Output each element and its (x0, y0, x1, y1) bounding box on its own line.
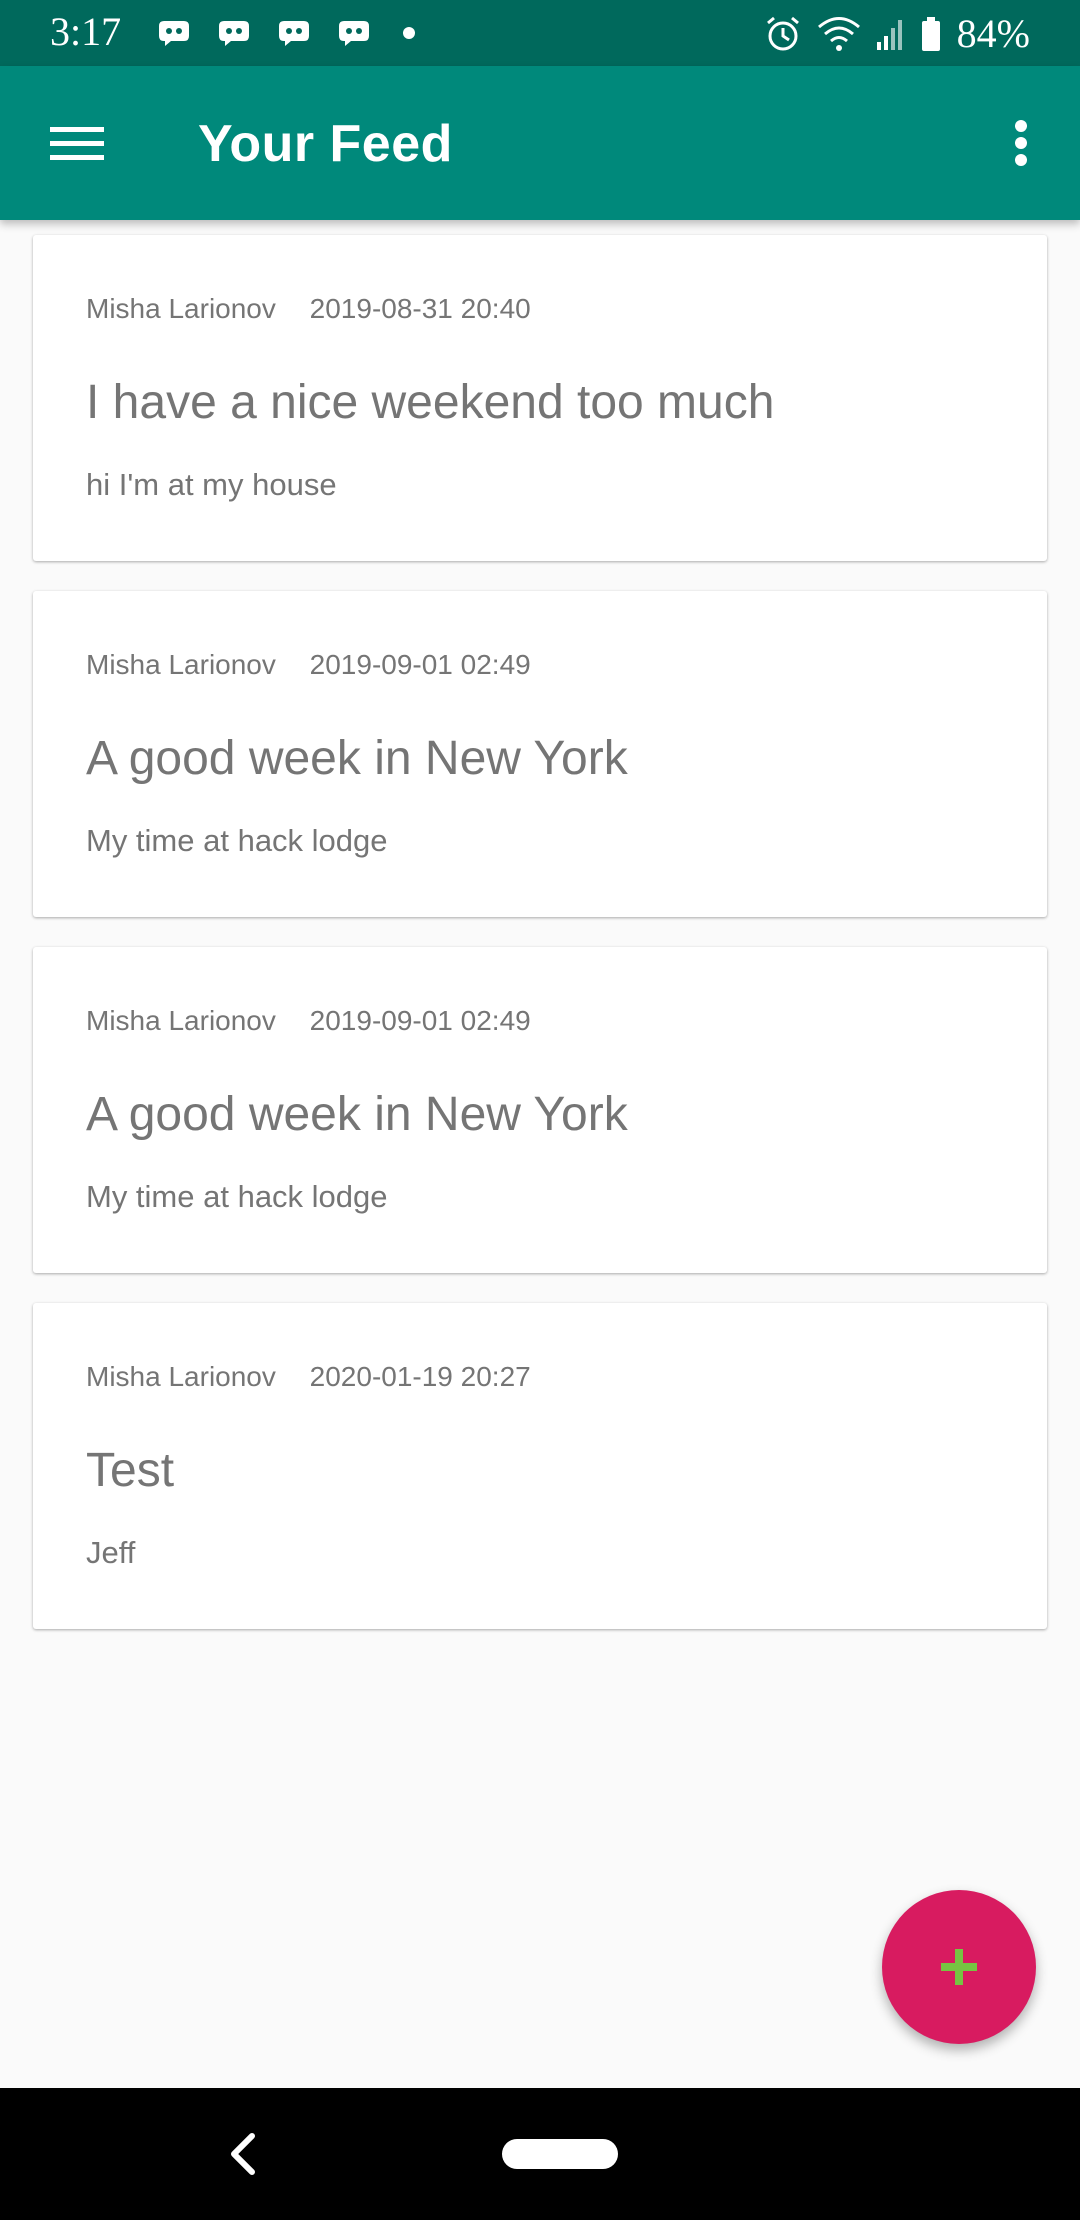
post-title: I have a nice weekend too much (86, 376, 775, 429)
system-nav-bar (0, 2088, 1080, 2220)
post-card[interactable]: Misha Larionov 2019-08-31 20:40 I have a… (33, 235, 1047, 561)
post-body: hi I'm at my house (86, 467, 337, 502)
post-author: Misha Larionov (86, 1361, 276, 1392)
post-meta: Misha Larionov 2019-09-01 02:49 (86, 649, 531, 681)
home-pill-icon[interactable] (502, 2139, 618, 2169)
post-meta: Misha Larionov 2020-01-19 20:27 (86, 1361, 531, 1393)
page-title: Your Feed (198, 115, 453, 173)
alarm-icon (766, 16, 799, 50)
more-vert-icon (1015, 120, 1027, 166)
wifi-icon (817, 16, 860, 51)
post-date: 2019-09-01 02:49 (309, 649, 531, 680)
post-meta: Misha Larionov 2019-08-31 20:40 (86, 293, 531, 325)
battery-percent: 84% (956, 11, 1030, 56)
dot-icon (403, 27, 415, 39)
post-body: My time at hack lodge (86, 1179, 388, 1214)
discord-icon (339, 21, 369, 46)
post-card[interactable]: Misha Larionov 2019-09-01 02:49 A good w… (33, 947, 1047, 1273)
post-card[interactable]: Misha Larionov 2020-01-19 20:27 Test Jef… (33, 1303, 1047, 1629)
menu-button[interactable] (40, 106, 114, 180)
post-date: 2019-08-31 20:40 (309, 293, 531, 324)
post-title: A good week in New York (86, 732, 628, 785)
post-body: Jeff (86, 1535, 136, 1570)
discord-icon (279, 21, 309, 46)
hamburger-menu-icon (50, 127, 104, 160)
post-date: 2019-09-01 02:49 (309, 1005, 531, 1036)
add-post-button[interactable] (882, 1890, 1036, 2044)
discord-icon (159, 21, 189, 46)
post-title: Test (86, 1444, 175, 1497)
overflow-menu-button[interactable] (984, 106, 1058, 180)
back-chevron-icon[interactable] (222, 2130, 262, 2178)
post-meta: Misha Larionov 2019-09-01 02:49 (86, 1005, 531, 1037)
discord-icon (219, 21, 249, 46)
status-time: 3:17 (50, 9, 122, 54)
notification-icons (155, 18, 415, 48)
post-card[interactable]: Misha Larionov 2019-09-01 02:49 A good w… (33, 591, 1047, 917)
feed-list: Misha Larionov 2019-08-31 20:40 I have a… (33, 235, 1047, 1659)
post-author: Misha Larionov (86, 1005, 276, 1036)
plus-icon (941, 1949, 977, 1985)
post-date: 2020-01-19 20:27 (309, 1361, 531, 1392)
post-author: Misha Larionov (86, 649, 276, 680)
post-title: A good week in New York (86, 1088, 628, 1141)
post-author: Misha Larionov (86, 293, 276, 324)
post-body: My time at hack lodge (86, 823, 388, 858)
status-bar: 3:17 84% (0, 0, 1080, 66)
battery-icon (921, 16, 940, 51)
status-right: 84% (763, 10, 1030, 57)
app-bar: Your Feed (0, 66, 1080, 220)
signal-icon (876, 19, 902, 50)
